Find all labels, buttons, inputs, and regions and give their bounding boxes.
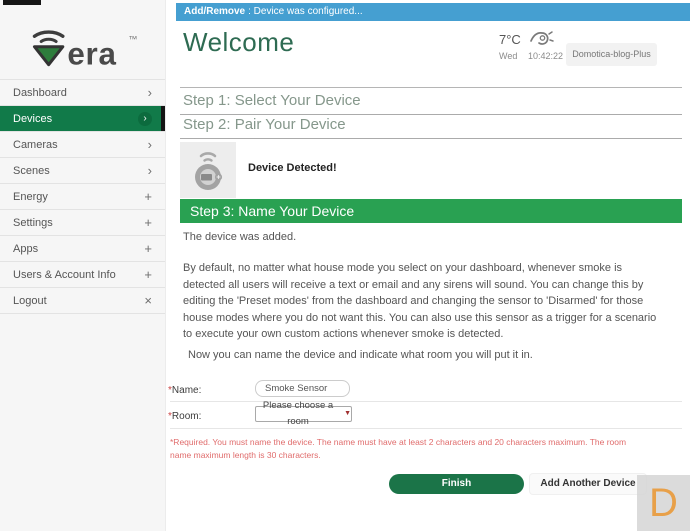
sidebar-item-logout[interactable]: Logout × — [0, 288, 165, 314]
sidebar: era ™ Dashboard › Devices › Cameras › Sc… — [0, 0, 166, 531]
vera-logo: era ™ — [0, 18, 165, 70]
finish-button[interactable]: Finish — [389, 474, 524, 494]
sidebar-item-label: Apps — [13, 243, 38, 255]
controller-selector[interactable]: Domotica-blog-Plus — [566, 43, 657, 66]
sidebar-item-label: Logout — [13, 295, 47, 307]
sidebar-item-users-account-info[interactable]: Users & Account Info + — [0, 262, 165, 288]
sidebar-item-apps[interactable]: Apps + — [0, 236, 165, 262]
step3-header: Step 3: Name Your Device — [180, 199, 682, 223]
room-select-dropdown[interactable]: Please choose a room ▼ — [255, 406, 352, 422]
vera-logo-icon: era ™ — [27, 18, 139, 68]
sidebar-item-label: Users & Account Info — [13, 269, 116, 281]
step1-header[interactable]: Step 1: Select Your Device — [180, 87, 682, 115]
chevron-right-icon: › — [138, 112, 152, 126]
detected-device-tile — [180, 142, 236, 198]
sidebar-item-energy[interactable]: Energy + — [0, 184, 165, 210]
chevron-down-icon: ▼ — [344, 406, 351, 422]
device-detected-label: Device Detected! — [248, 162, 337, 174]
sidebar-item-label: Settings — [13, 217, 53, 229]
watermark-letter: D — [649, 483, 678, 523]
sidebar-menu: Dashboard › Devices › Cameras › Scenes ›… — [0, 79, 165, 314]
smoke-sensor-icon — [189, 147, 227, 193]
sidebar-item-label: Dashboard — [13, 87, 67, 99]
chevron-right-icon: › — [148, 138, 152, 151]
weekday-label: Wed — [499, 51, 517, 61]
row-divider — [170, 401, 682, 402]
watermark-overlay: D — [637, 475, 690, 531]
notification-bar: Add/Remove: Device was configured... — [176, 3, 690, 21]
corner-artifact-bar — [3, 0, 41, 5]
name-field-label: *Name: — [168, 385, 201, 396]
sidebar-item-label: Energy — [13, 191, 48, 203]
room-select-value: Please choose a room — [256, 398, 340, 430]
chevron-right-icon: › — [148, 164, 152, 177]
temperature-value: 7°C — [499, 32, 521, 47]
notification-category: Add/Remove — [184, 6, 245, 17]
plus-icon: + — [144, 216, 152, 229]
sidebar-item-cameras[interactable]: Cameras › — [0, 132, 165, 158]
naming-instruction-text: Now you can name the device and indicate… — [188, 349, 533, 361]
vera-app-window: era ™ Dashboard › Devices › Cameras › Sc… — [0, 0, 690, 531]
notification-message: : Device was configured... — [248, 6, 363, 17]
plus-icon: + — [144, 190, 152, 203]
sensor-description-text: By default, no matter what house mode yo… — [183, 260, 661, 343]
plus-icon: + — [144, 268, 152, 281]
close-icon: × — [144, 294, 152, 307]
svg-text:™: ™ — [128, 34, 137, 44]
chevron-right-icon: › — [148, 86, 152, 99]
required-note-text: *Required. You must name the device. The… — [170, 436, 632, 461]
room-field-label: *Room: — [168, 411, 201, 422]
device-name-input[interactable] — [255, 380, 350, 397]
sidebar-item-label: Devices — [13, 113, 52, 125]
sidebar-item-label: Cameras — [13, 139, 58, 151]
sidebar-item-label: Scenes — [13, 165, 50, 177]
sidebar-item-settings[interactable]: Settings + — [0, 210, 165, 236]
sidebar-item-dashboard[interactable]: Dashboard › — [0, 79, 165, 106]
row-divider — [170, 428, 682, 429]
step2-header[interactable]: Step 2: Pair Your Device — [180, 112, 682, 139]
sidebar-item-devices[interactable]: Devices › — [0, 106, 165, 132]
svg-text:era: era — [67, 37, 116, 68]
add-another-device-button[interactable]: Add Another Device — [530, 474, 646, 494]
clock-time: 10:42:22 — [528, 51, 563, 61]
plus-icon: + — [144, 242, 152, 255]
sidebar-item-scenes[interactable]: Scenes › — [0, 158, 165, 184]
page-title: Welcome — [183, 27, 294, 58]
weather-wind-icon — [528, 27, 555, 54]
device-added-text: The device was added. — [183, 231, 296, 243]
